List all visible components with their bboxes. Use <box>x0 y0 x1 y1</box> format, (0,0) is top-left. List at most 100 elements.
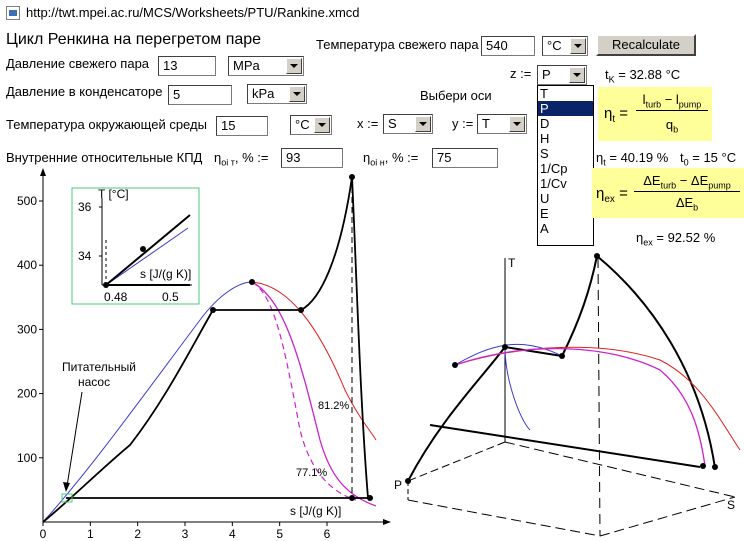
chevron-down-icon <box>509 116 525 132</box>
y-axis-select[interactable]: T <box>477 114 527 134</box>
eta-pump-label: ηoi н, % := <box>363 150 418 168</box>
3d-base-line <box>407 499 601 537</box>
eta-ex-formula: ηex = ΔEturb − ΔEpump ΔEb <box>592 168 744 218</box>
x-tick-label: 3 <box>182 527 189 541</box>
ambient-temp-input[interactable]: 15 <box>216 116 268 136</box>
z-axis-select[interactable]: P <box>537 65 587 85</box>
z-axis-option[interactable]: D <box>538 116 593 131</box>
inset-x-tick-048: 0.48 <box>104 290 128 304</box>
recalculate-button[interactable]: Recalculate <box>596 34 696 56</box>
saturation-right-curve <box>251 281 377 441</box>
cycle-point <box>367 495 373 501</box>
eta-ex-res-value: = 92.52 % <box>652 230 716 245</box>
y-axis-label: y := <box>452 116 474 131</box>
eta-t-denominator: qb <box>636 117 708 135</box>
z-axis-option[interactable]: T <box>538 86 593 101</box>
x-axis-value: S <box>388 116 397 131</box>
z-axis-label: z := <box>510 66 532 81</box>
y-ticks: 100 200 300 400 500 <box>17 194 43 465</box>
eta-ex-denominator: ΔEb <box>634 195 740 213</box>
chevron-down-icon <box>314 117 330 133</box>
z-axis-option[interactable]: 1/Cp <box>538 161 593 176</box>
z-axis-option[interactable]: 1/Cv <box>538 176 593 191</box>
y-tick-label: 400 <box>17 258 37 272</box>
3d-evap-curve <box>504 255 598 358</box>
live-steam-pressure-label: Давление свежего пара <box>6 56 150 71</box>
eta-turbine-label: ηoi т, % := <box>214 150 268 168</box>
live-steam-temp-input[interactable]: 540 <box>481 36 535 56</box>
x-tick-label: 5 <box>276 527 283 541</box>
live-steam-pressure-unit-value: MPa <box>233 58 260 73</box>
cycle-point <box>298 307 304 313</box>
y-tick-label: 200 <box>17 387 37 401</box>
pump-pointer-line <box>66 391 83 487</box>
inset-x-title: s [J/(g K)] <box>140 267 192 281</box>
3d-red-curve <box>454 346 741 451</box>
3d-magenta-curve <box>454 347 706 467</box>
z-axis-option[interactable]: S <box>538 146 593 161</box>
inset-x-tick-05: 0.5 <box>162 290 179 304</box>
page-icon <box>6 6 20 20</box>
z-axis-option[interactable]: E <box>538 206 593 221</box>
x-tick-label: 1 <box>87 527 94 541</box>
3d-blue-curve <box>504 346 531 431</box>
3d-point <box>559 353 565 359</box>
z-axis-option[interactable]: P <box>538 101 593 116</box>
eta-ex-numerator: ΔEturb − ΔEpump <box>634 173 740 192</box>
3d-point <box>405 478 411 484</box>
y-tick-label: 100 <box>17 451 37 465</box>
cycle-point <box>349 495 355 501</box>
t0-value: = 15 °C <box>688 150 737 165</box>
z-axis-option[interactable]: H <box>538 131 593 146</box>
efficiency-label: Внутренние относительные КПД <box>6 150 203 165</box>
x-tick-label: 4 <box>229 527 236 541</box>
3d-condensation-line <box>429 424 701 468</box>
3d-point <box>502 344 508 350</box>
chevron-down-icon <box>569 67 585 83</box>
live-steam-pressure-unit-select[interactable]: MPa <box>228 56 304 76</box>
ambient-temp-unit-value: °C <box>295 117 310 132</box>
z-axis-dropdown-list[interactable]: T P D H S 1/Cp 1/Cv U E A <box>537 85 594 246</box>
z-axis-option[interactable]: U <box>538 191 593 206</box>
3d-s-label: S <box>727 498 736 512</box>
3d-p-axis <box>407 441 506 482</box>
x-axis-select[interactable]: S <box>383 114 433 134</box>
eta-turbine-input[interactable]: 93 <box>281 148 343 168</box>
url-text: http://twt.mpei.ac.ru/MCS/Worksheets/PTU… <box>26 5 360 20</box>
y-tick-label: 300 <box>17 322 37 336</box>
y-axis-arrow <box>40 168 46 176</box>
eta-ex-symbol-wrap: ηex = <box>596 185 628 205</box>
eta-pump-input[interactable]: 75 <box>432 148 498 168</box>
3d-heating-curve <box>407 346 506 482</box>
ambient-temp-unit-select[interactable]: °C <box>290 115 332 135</box>
eta-pump-sub: oi н <box>370 157 385 168</box>
eta-ex-den-sub: b <box>693 202 699 213</box>
eta-turbine-suffix: , % := <box>234 150 269 165</box>
efficiency-771-label: 77.1% <box>296 467 328 479</box>
3d-base-line <box>599 496 736 537</box>
condenser-pressure-label: Давление в конденсаторе <box>6 84 163 99</box>
live-steam-pressure-input[interactable]: 13 <box>158 56 216 76</box>
inset-point <box>140 246 146 252</box>
x-axis-title: s [J/(g K)] <box>290 504 342 518</box>
pump-pointer-arrow <box>63 482 70 492</box>
3d-expansion-curve <box>596 255 716 469</box>
z-axis-value: P <box>542 67 551 82</box>
eta-t-symbol-wrap: ηt = <box>604 105 629 125</box>
cycle-expansion-line <box>351 176 369 499</box>
condenser-pressure-input[interactable]: 5 <box>168 85 232 105</box>
pump-zoom-box <box>61 493 73 503</box>
chevron-down-icon <box>289 86 305 102</box>
eta-t-minus: − l <box>661 92 679 107</box>
pump-label-line1: Питательный <box>62 360 136 374</box>
page-title: Цикл Ренкина на перегретом паре <box>6 31 262 48</box>
condenser-pressure-unit-select[interactable]: kPa <box>247 84 307 104</box>
z-axis-option[interactable]: A <box>538 221 593 236</box>
eta-pump-suffix: , % := <box>384 150 419 165</box>
live-steam-temp-unit-select[interactable]: °C <box>542 36 588 56</box>
inset-y-title: T [°C] <box>98 187 129 201</box>
eta-ex-num-sub1: turb <box>660 180 677 191</box>
eta-t-res-value: = 40.19 % <box>605 150 669 165</box>
ambient-temp-label: Температура окружающей среды <box>6 117 207 132</box>
x-axis-arrow <box>383 519 391 525</box>
